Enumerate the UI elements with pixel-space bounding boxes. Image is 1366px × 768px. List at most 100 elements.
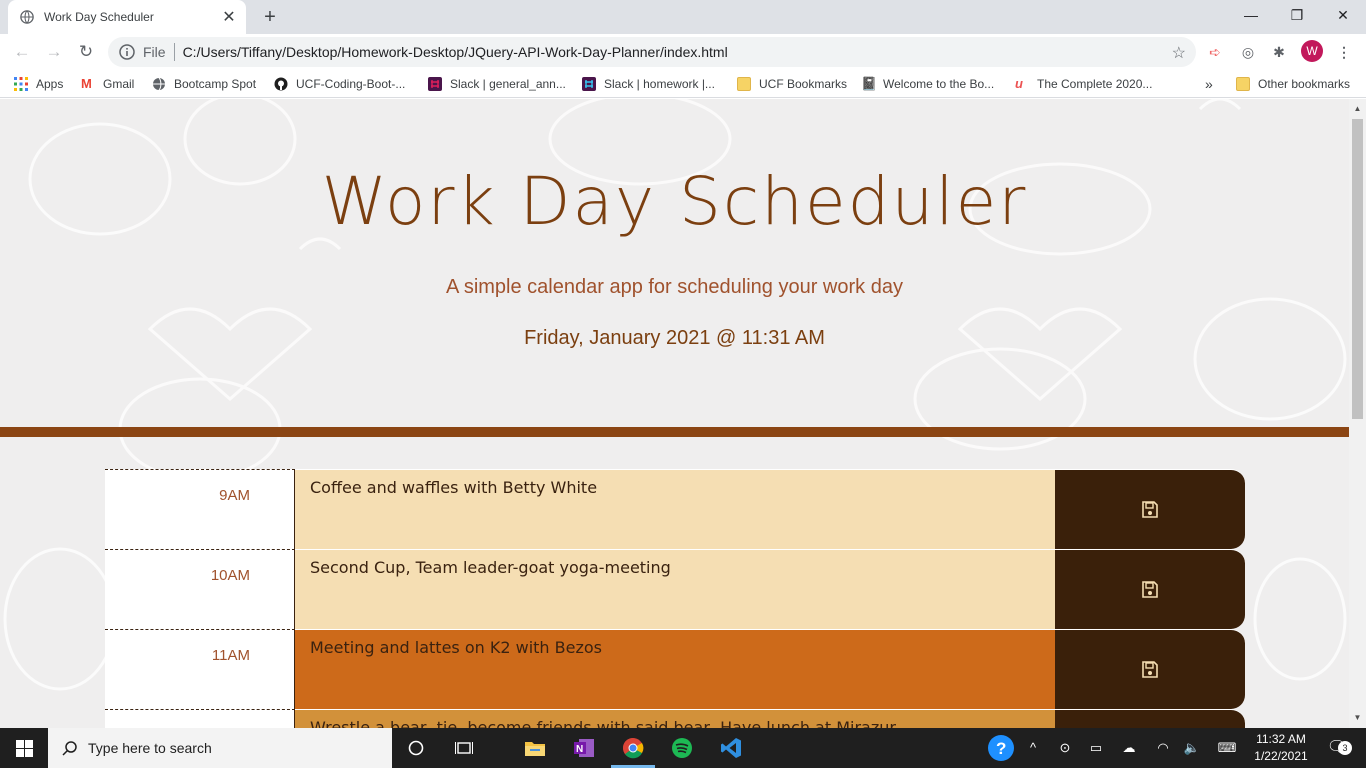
show-hidden-icons-chevron-icon[interactable]: ^ (1024, 728, 1042, 768)
cortana-circle-icon[interactable] (402, 734, 430, 762)
url-text[interactable]: C:/Users/Tiffany/Desktop/Homework-Deskto… (183, 44, 728, 60)
bookmark-label: Other bookmarks (1258, 77, 1351, 91)
time-block-row: 12PM Wrestle a bear, tie, become friends… (105, 709, 1245, 728)
help-icon[interactable]: ? (986, 728, 1016, 768)
bookmark-label: Slack | homework |... (604, 77, 715, 91)
search-icon (62, 741, 77, 756)
floppy-disk-icon (1142, 580, 1158, 598)
meet-now-icon[interactable]: ⊙ (1055, 728, 1075, 768)
svg-text:?: ? (996, 739, 1006, 758)
current-day-display: Friday, January 2021 @ 11:31 AM (524, 327, 825, 349)
task-view-icon[interactable] (450, 734, 478, 762)
bookmark-apps[interactable]: Apps (14, 75, 63, 93)
bookmark-complete-2020[interactable]: u The Complete 2020... (1015, 75, 1152, 93)
chrome-icon[interactable] (619, 734, 647, 762)
new-tab-button[interactable]: + (258, 4, 282, 30)
event-description-textarea[interactable]: Meeting and lattes on K2 with Bezos (295, 629, 1055, 709)
event-description-textarea[interactable]: Wrestle a bear, tie, become friends with… (295, 709, 1055, 728)
time-block-row: 10AM Second Cup, Team leader-goat yoga-m… (105, 549, 1245, 629)
close-tab-icon[interactable]: ✕ (218, 7, 240, 27)
folder-icon (1236, 77, 1250, 91)
bookmarks-bar: Apps M Gmail Bootcamp Spot UCF-Coding-Bo… (0, 70, 1366, 98)
folder-icon (737, 77, 751, 91)
save-button[interactable] (1055, 469, 1245, 549)
save-button[interactable] (1055, 709, 1245, 728)
bookmark-ucf-coding[interactable]: UCF-Coding-Boot-... (274, 75, 405, 93)
volume-icon[interactable]: 🔈 (1181, 728, 1203, 768)
forward-arrow-icon[interactable]: → (42, 40, 66, 64)
taskbar-search-box[interactable]: Type here to search (48, 728, 392, 768)
notification-count-badge: 3 (1338, 741, 1352, 755)
bookmark-welcome[interactable]: 📓 Welcome to the Bo... (861, 75, 994, 93)
close-window-icon[interactable]: ✕ (1320, 0, 1366, 30)
event-description-textarea[interactable]: Coffee and waffles with Betty White (295, 469, 1055, 549)
system-clock[interactable]: 11:32 AM 1/22/2021 (1248, 731, 1314, 765)
clock-date: 1/22/2021 (1254, 749, 1308, 763)
onedrive-cloud-icon[interactable]: ☁ (1118, 728, 1140, 768)
battery-icon[interactable]: ▭ (1086, 728, 1106, 768)
search-placeholder: Type here to search (88, 740, 212, 756)
tab-strip: Work Day Scheduler ✕ + — ❐ ✕ (0, 0, 1366, 34)
book-icon: 📓 (861, 76, 878, 91)
bookmark-other[interactable]: Other bookmarks (1236, 75, 1350, 93)
floppy-disk-icon (1142, 500, 1158, 518)
scroll-up-arrow-icon[interactable]: ▲ (1349, 101, 1366, 117)
save-button[interactable] (1055, 629, 1245, 709)
page-subtitle: A simple calendar app for scheduling you… (446, 276, 903, 298)
address-bar[interactable]: File C:/Users/Tiffany/Desktop/Homework-D… (108, 37, 1196, 67)
restore-icon[interactable]: ❐ (1274, 0, 1320, 30)
event-description-textarea[interactable]: Second Cup, Team leader-goat yoga-meetin… (295, 549, 1055, 629)
page-scrollbar[interactable]: ▲ ▼ (1349, 99, 1366, 728)
vscode-icon[interactable] (717, 734, 745, 762)
page-viewport: Work Day Scheduler A simple calendar app… (0, 99, 1349, 728)
timeblocks-container: 9AM Coffee and waffles with Betty White … (105, 469, 1245, 728)
bookmark-label: Bootcamp Spot (174, 77, 257, 91)
url-scheme: File (143, 44, 166, 60)
gmail-icon: M (81, 76, 92, 91)
globe-icon (20, 10, 34, 24)
time-block-row: 9AM Coffee and waffles with Betty White (105, 469, 1245, 549)
save-button[interactable] (1055, 549, 1245, 629)
spotify-icon[interactable] (668, 734, 696, 762)
hour-label: 10AM (105, 549, 295, 629)
info-icon[interactable] (119, 44, 135, 60)
bookmark-label: The Complete 2020... (1037, 77, 1153, 91)
file-explorer-icon[interactable] (521, 734, 549, 762)
tab-title: Work Day Scheduler (44, 10, 154, 24)
wifi-icon[interactable]: ◠ (1152, 728, 1174, 768)
notification-center-icon[interactable]: 🗨 3 (1320, 728, 1354, 768)
extension-arrow-icon[interactable]: ➪ (1204, 41, 1226, 63)
windows-taskbar: Type here to search N ? ^ ⊙ ▭ ☁ ◠ 🔈 ⌨ 11… (0, 728, 1366, 768)
extension-code-icon[interactable]: ◎ (1237, 41, 1259, 63)
bookmark-label: Gmail (103, 77, 135, 91)
minimize-icon[interactable]: — (1228, 0, 1274, 30)
bookmark-label: Apps (36, 77, 64, 91)
bookmark-label: UCF-Coding-Boot-... (296, 77, 406, 91)
svg-text:N: N (576, 744, 583, 755)
page-title: Work Day Scheduler (321, 163, 1028, 240)
back-arrow-icon[interactable]: ← (10, 40, 34, 64)
onenote-icon[interactable]: N (570, 734, 598, 762)
bookmark-bootcamp-spot[interactable]: Bootcamp Spot (152, 75, 256, 93)
bookmark-gmail[interactable]: M Gmail (81, 75, 134, 93)
extensions-puzzle-icon[interactable]: ✱ (1268, 41, 1290, 63)
reload-icon[interactable]: ↻ (74, 40, 98, 64)
browser-tab[interactable]: Work Day Scheduler ✕ (8, 0, 246, 34)
apps-grid-icon (14, 77, 28, 91)
profile-avatar[interactable]: W (1301, 40, 1323, 62)
scrollbar-thumb[interactable] (1352, 119, 1363, 419)
keyboard-icon[interactable]: ⌨ (1214, 728, 1240, 768)
globe-icon (153, 77, 165, 91)
windows-logo-icon (15, 739, 33, 757)
more-bookmarks-chevron-icon[interactable]: » (1205, 75, 1213, 93)
bookmark-star-icon[interactable]: ☆ (1172, 43, 1186, 63)
bookmark-ucf-bookmarks[interactable]: UCF Bookmarks (737, 75, 847, 93)
start-button[interactable] (0, 728, 48, 768)
menu-kebab-icon[interactable]: ⋮ (1333, 41, 1355, 63)
header-jumbotron: Work Day Scheduler A simple calendar app… (0, 99, 1349, 427)
bookmark-slack-general[interactable]: Slack | general_ann... (428, 75, 566, 93)
bookmark-label: Welcome to the Bo... (883, 77, 995, 91)
udemy-icon: u (1015, 76, 1023, 91)
bookmark-slack-homework[interactable]: Slack | homework |... (582, 75, 715, 93)
scroll-down-arrow-icon[interactable]: ▼ (1349, 710, 1366, 726)
